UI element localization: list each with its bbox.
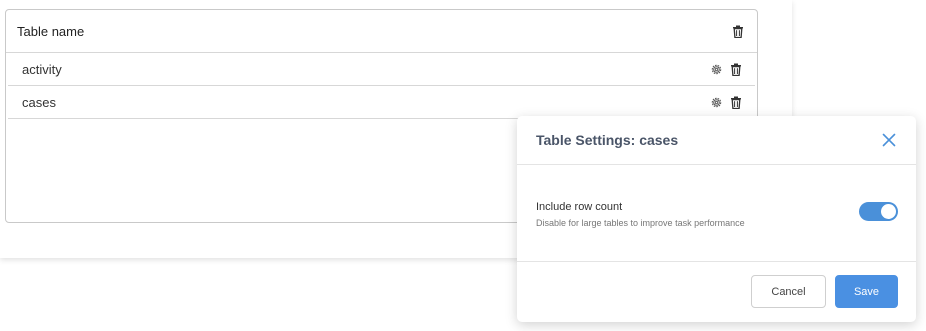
table-row[interactable]: activity xyxy=(8,53,755,86)
table-row-label: cases xyxy=(22,94,56,110)
dialog-footer: Cancel Save xyxy=(517,261,916,322)
delete-all-trash-icon[interactable] xyxy=(731,24,745,38)
gear-icon[interactable] xyxy=(709,95,723,109)
table-header: Table name xyxy=(6,10,757,53)
table-row-label: activity xyxy=(22,61,62,77)
table-settings-dialog: Table Settings: cases Include row count … xyxy=(517,116,916,322)
row-count-setting: Include row count Disable for large tabl… xyxy=(536,201,745,228)
save-button[interactable]: Save xyxy=(835,275,898,308)
gear-icon[interactable] xyxy=(709,62,723,76)
close-icon[interactable] xyxy=(880,131,898,149)
table-row[interactable]: cases xyxy=(8,86,755,119)
dialog-header: Table Settings: cases xyxy=(517,116,916,165)
dialog-body: Include row count Disable for large tabl… xyxy=(517,165,916,262)
dialog-title: Table Settings: cases xyxy=(536,132,679,148)
setting-help-text: Disable for large tables to improve task… xyxy=(536,218,745,228)
toggle-knob xyxy=(881,204,896,219)
table-name-header: Table name xyxy=(17,23,85,39)
setting-label: Include row count xyxy=(536,201,623,213)
include-row-count-toggle[interactable] xyxy=(859,202,898,221)
cancel-button[interactable]: Cancel xyxy=(751,275,826,308)
trash-icon[interactable] xyxy=(729,95,743,109)
page: Table name activity cases Table Settings… xyxy=(0,0,926,331)
trash-icon[interactable] xyxy=(729,62,743,76)
